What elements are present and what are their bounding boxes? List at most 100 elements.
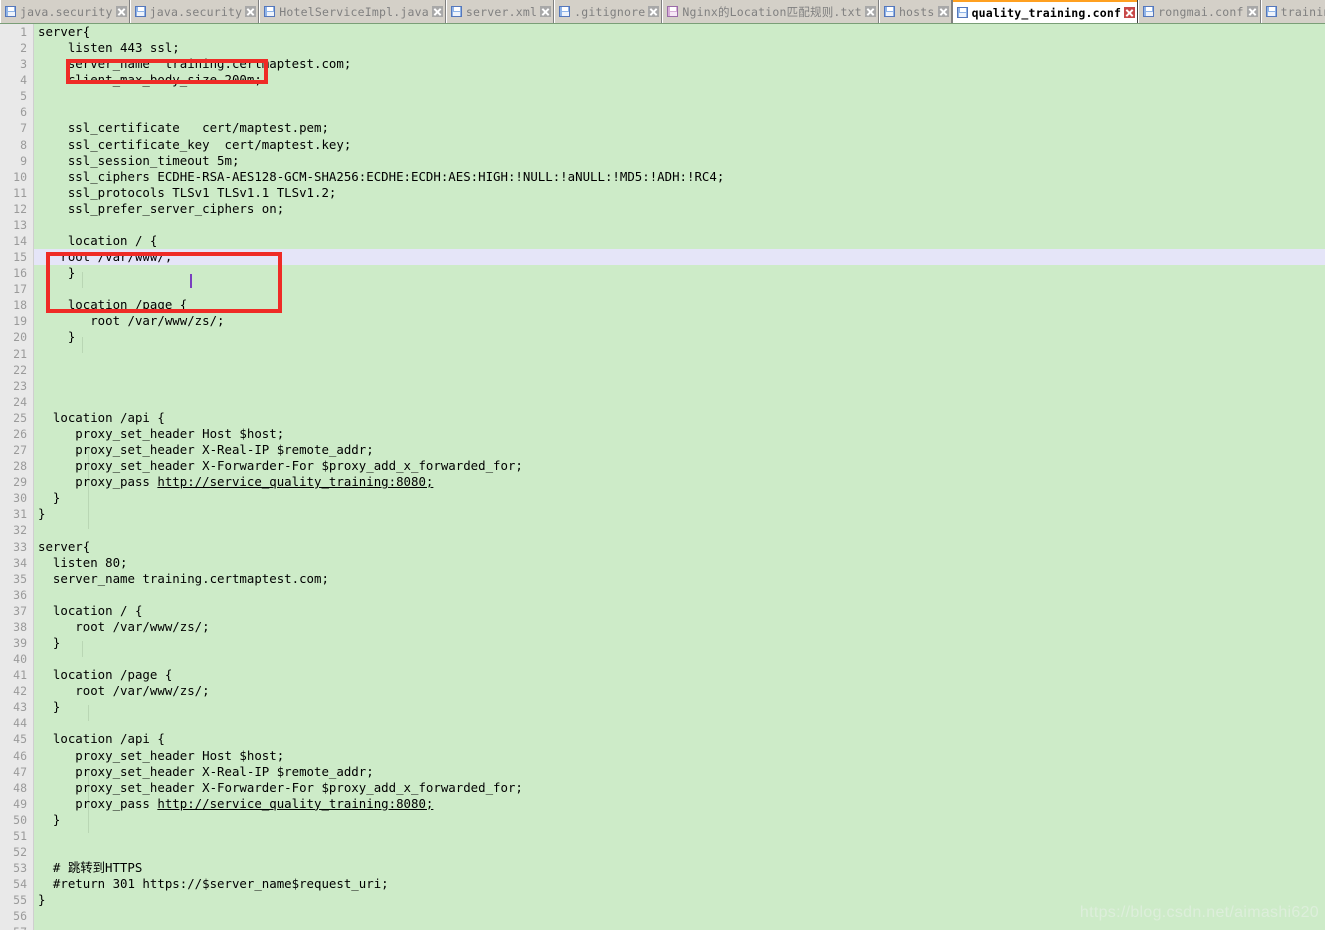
code-line[interactable]: ssl_prefer_server_ciphers on; (0, 201, 1325, 217)
code-line[interactable]: } (0, 506, 1325, 522)
code-line-url[interactable]: http://service_quality_training:8080; (157, 474, 433, 489)
tab-close-icon[interactable] (937, 6, 949, 17)
tab-close-icon[interactable] (1246, 6, 1258, 17)
editor-tab-4[interactable]: server.xml (445, 0, 555, 23)
code-line[interactable]: location /api { (0, 410, 1325, 426)
tab-close-icon[interactable] (648, 6, 660, 17)
code-line[interactable]: location /page { (0, 667, 1325, 683)
tab-close-icon[interactable] (431, 6, 443, 17)
line-number: 40 (13, 652, 27, 667)
editor-tab-8[interactable]: quality_training.conf (951, 0, 1139, 23)
code-line[interactable] (0, 651, 1325, 667)
code-line[interactable]: proxy_set_header X-Forwarder-For $proxy_… (0, 780, 1325, 796)
code-text-area[interactable]: server{ listen 443 ssl; server_name trai… (0, 24, 1325, 930)
code-line[interactable] (0, 104, 1325, 120)
tab-close-icon[interactable] (245, 6, 257, 17)
code-line[interactable]: proxy_set_header Host $host; (0, 426, 1325, 442)
code-line[interactable] (0, 522, 1325, 538)
line-number: 34 (13, 555, 27, 570)
code-line[interactable]: #return 301 https://$server_name$request… (0, 876, 1325, 892)
code-line[interactable] (0, 281, 1325, 297)
code-line[interactable]: ssl_certificate_key cert/maptest.key; (0, 137, 1325, 153)
code-line-url[interactable]: http://service_quality_training:8080; (157, 796, 433, 811)
tab-close-icon[interactable] (1124, 7, 1136, 18)
code-line[interactable]: proxy_pass http://service_quality_traini… (0, 474, 1325, 490)
code-line[interactable]: listen 80; (0, 555, 1325, 571)
code-line[interactable]: location /page { (0, 297, 1325, 313)
code-line[interactable]: client_max_body_size 200m; (0, 72, 1325, 88)
code-line[interactable]: root /var/www/; (0, 249, 1325, 266)
line-number: 46 (13, 748, 27, 763)
tab-label: Nginx的Location匹配规则.txt (682, 4, 862, 19)
code-line[interactable]: } (0, 812, 1325, 828)
editor-tab-5[interactable]: .gitignore (554, 0, 663, 23)
code-line[interactable]: proxy_set_header X-Real-IP $remote_addr; (0, 442, 1325, 458)
code-line[interactable] (0, 378, 1325, 394)
code-line[interactable]: proxy_set_header X-Real-IP $remote_addr; (0, 764, 1325, 780)
code-line[interactable]: server{ (0, 24, 1325, 40)
code-line[interactable]: server{ (0, 539, 1325, 555)
tab-close-icon[interactable] (864, 6, 876, 17)
code-line[interactable]: proxy_pass http://service_quality_traini… (0, 796, 1325, 812)
code-line[interactable] (0, 217, 1325, 233)
code-line[interactable]: location /api { (0, 731, 1325, 747)
line-number: 23 (13, 378, 27, 393)
code-line[interactable] (0, 924, 1325, 930)
code-line[interactable]: location / { (0, 233, 1325, 249)
line-number: 2 (20, 41, 27, 56)
code-line[interactable]: root /var/www/zs/; (0, 619, 1325, 635)
code-line[interactable]: } (0, 699, 1325, 715)
code-line[interactable]: location / { (0, 603, 1325, 619)
editor-tab-10[interactable]: training (1260, 0, 1325, 23)
code-line[interactable]: proxy_set_header Host $host; (0, 748, 1325, 764)
floppy-disk-icon (883, 6, 895, 17)
editor-tab-3[interactable]: HotelServiceImpl.java (259, 0, 446, 23)
editor-tab-2[interactable]: java.security (129, 0, 260, 23)
code-line[interactable]: ssl_session_timeout 5m; (0, 153, 1325, 169)
indent-guide (82, 272, 83, 288)
code-line-text: } (38, 811, 61, 827)
tab-close-icon[interactable] (540, 6, 552, 17)
code-line-text: location /page { (38, 297, 188, 313)
code-line-text: server_name training.certmaptest.com; (38, 56, 352, 72)
editor-tab-7[interactable]: hosts (878, 0, 952, 23)
editor-tab-6[interactable]: Nginx的Location匹配规则.txt (662, 0, 879, 23)
code-line[interactable]: proxy_set_header X-Forwarder-For $proxy_… (0, 458, 1325, 474)
line-number: 16 (13, 266, 27, 281)
code-line[interactable]: } (0, 265, 1325, 281)
code-line[interactable] (0, 362, 1325, 378)
code-line-text: ssl_ciphers ECDHE-RSA-AES128-GCM-SHA256:… (38, 168, 725, 184)
code-line-text: proxy_set_header X-Forwarder-For $proxy_… (38, 779, 523, 795)
tab-close-icon[interactable] (115, 6, 127, 17)
code-line[interactable]: ssl_ciphers ECDHE-RSA-AES128-GCM-SHA256:… (0, 169, 1325, 185)
line-number: 29 (13, 475, 27, 490)
code-line[interactable]: server_name training.certmaptest.com; (0, 571, 1325, 587)
code-line[interactable]: root /var/www/zs/; (0, 683, 1325, 699)
code-line[interactable]: listen 443 ssl; (0, 40, 1325, 56)
line-number: 33 (13, 539, 27, 554)
editor-tab-bar[interactable]: java.security java.security HotelServiceIm… (0, 0, 1325, 24)
code-line[interactable] (0, 88, 1325, 104)
code-line[interactable]: root /var/www/zs/; (0, 313, 1325, 329)
code-line[interactable] (0, 844, 1325, 860)
code-editor[interactable]: 1 2 3 4 5 6 7 8 9 10 11 12 13 14 15 16 17 18 19 20 21 22 23 24 2… (0, 24, 1325, 930)
code-line[interactable]: } (0, 490, 1325, 506)
line-number: 37 (13, 603, 27, 618)
code-line[interactable]: } (0, 329, 1325, 345)
code-line[interactable] (0, 346, 1325, 362)
code-line[interactable] (0, 715, 1325, 731)
code-line[interactable] (0, 394, 1325, 410)
line-number: 25 (13, 410, 27, 425)
code-line[interactable] (0, 828, 1325, 844)
code-line[interactable] (0, 587, 1325, 603)
editor-tab-9[interactable]: rongmai.conf (1138, 0, 1261, 23)
line-number: 19 (13, 314, 27, 329)
code-line[interactable]: ssl_protocols TLSv1 TLSv1.1 TLSv1.2; (0, 185, 1325, 201)
code-line[interactable]: # 跳转到HTTPS (0, 860, 1325, 876)
line-number: 36 (13, 587, 27, 602)
line-number: 21 (13, 346, 27, 361)
editor-tab-1[interactable]: java.security (0, 0, 130, 23)
code-line[interactable]: ssl_certificate cert/maptest.pem; (0, 120, 1325, 136)
code-line[interactable]: } (0, 635, 1325, 651)
code-line[interactable]: server_name training.certmaptest.com; (0, 56, 1325, 72)
